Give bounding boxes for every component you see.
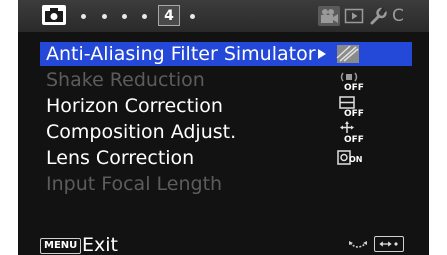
exit-label[interactable]: Exit xyxy=(82,234,118,255)
tab-dot-icon[interactable] xyxy=(142,14,147,19)
off-badge-text: OFF xyxy=(344,135,364,143)
setup-wrench-tab-icon[interactable] xyxy=(368,6,388,26)
aa-filter-simulator-icon xyxy=(336,45,359,63)
tab-page-number[interactable]: 4 xyxy=(158,5,180,26)
composition-adjust-off-icon: OFF xyxy=(340,121,364,143)
control-dial-icon xyxy=(349,241,367,248)
lens-correction-on-icon: ON xyxy=(337,150,363,165)
menu-item-label: Input Focal Length xyxy=(46,173,223,195)
tab-dot-icon[interactable] xyxy=(122,14,127,19)
tab-dot-icon[interactable] xyxy=(190,14,195,19)
submenu-arrow-icon xyxy=(318,49,326,59)
four-way-controller-icon xyxy=(374,236,404,252)
menu-item-label: Shake Reduction xyxy=(46,69,205,91)
menu-item-composition-adjust[interactable]: Composition Adjust. OFF xyxy=(40,120,412,144)
on-badge-text: ON xyxy=(349,155,363,164)
menu-item-input-focal-length[interactable]: Input Focal Length xyxy=(40,172,412,196)
menu-item-aa-filter-simulator[interactable]: Anti-Aliasing Filter Simulator xyxy=(40,42,412,66)
tab-dot-icon[interactable] xyxy=(102,14,107,19)
camera-tab-icon[interactable] xyxy=(42,5,66,25)
tab-dot-icon[interactable] xyxy=(81,14,86,19)
camera-menu-screen: 4 C Anti-Aliasing Filter Simulator Shake… xyxy=(18,0,429,255)
playback-tab-icon[interactable] xyxy=(344,6,364,26)
menu-item-lens-correction[interactable]: Lens Correction ON xyxy=(40,146,412,170)
menu-item-label: Composition Adjust. xyxy=(46,121,237,143)
off-badge-text: OFF xyxy=(344,83,364,91)
horizon-correction-off-icon: OFF xyxy=(339,96,364,117)
menu-item-label: Lens Correction xyxy=(46,147,195,169)
menu-button-badge[interactable]: MENU xyxy=(40,238,82,254)
menu-item-label: Anti-Aliasing Filter Simulator xyxy=(46,43,316,65)
custom-settings-tab[interactable]: C xyxy=(392,6,412,26)
menu-item-horizon-correction[interactable]: Horizon Correction OFF xyxy=(40,94,412,118)
movie-tab-icon[interactable] xyxy=(318,6,340,26)
bottom-guide-bar: MENU Exit xyxy=(18,233,429,255)
menu-item-label: Horizon Correction xyxy=(46,95,223,117)
menu-item-shake-reduction[interactable]: Shake Reduction OFF xyxy=(40,68,412,92)
menu-tab-bar: 4 C xyxy=(18,0,429,32)
shake-reduction-off-icon: OFF xyxy=(340,72,364,91)
off-badge-text: OFF xyxy=(344,109,364,117)
